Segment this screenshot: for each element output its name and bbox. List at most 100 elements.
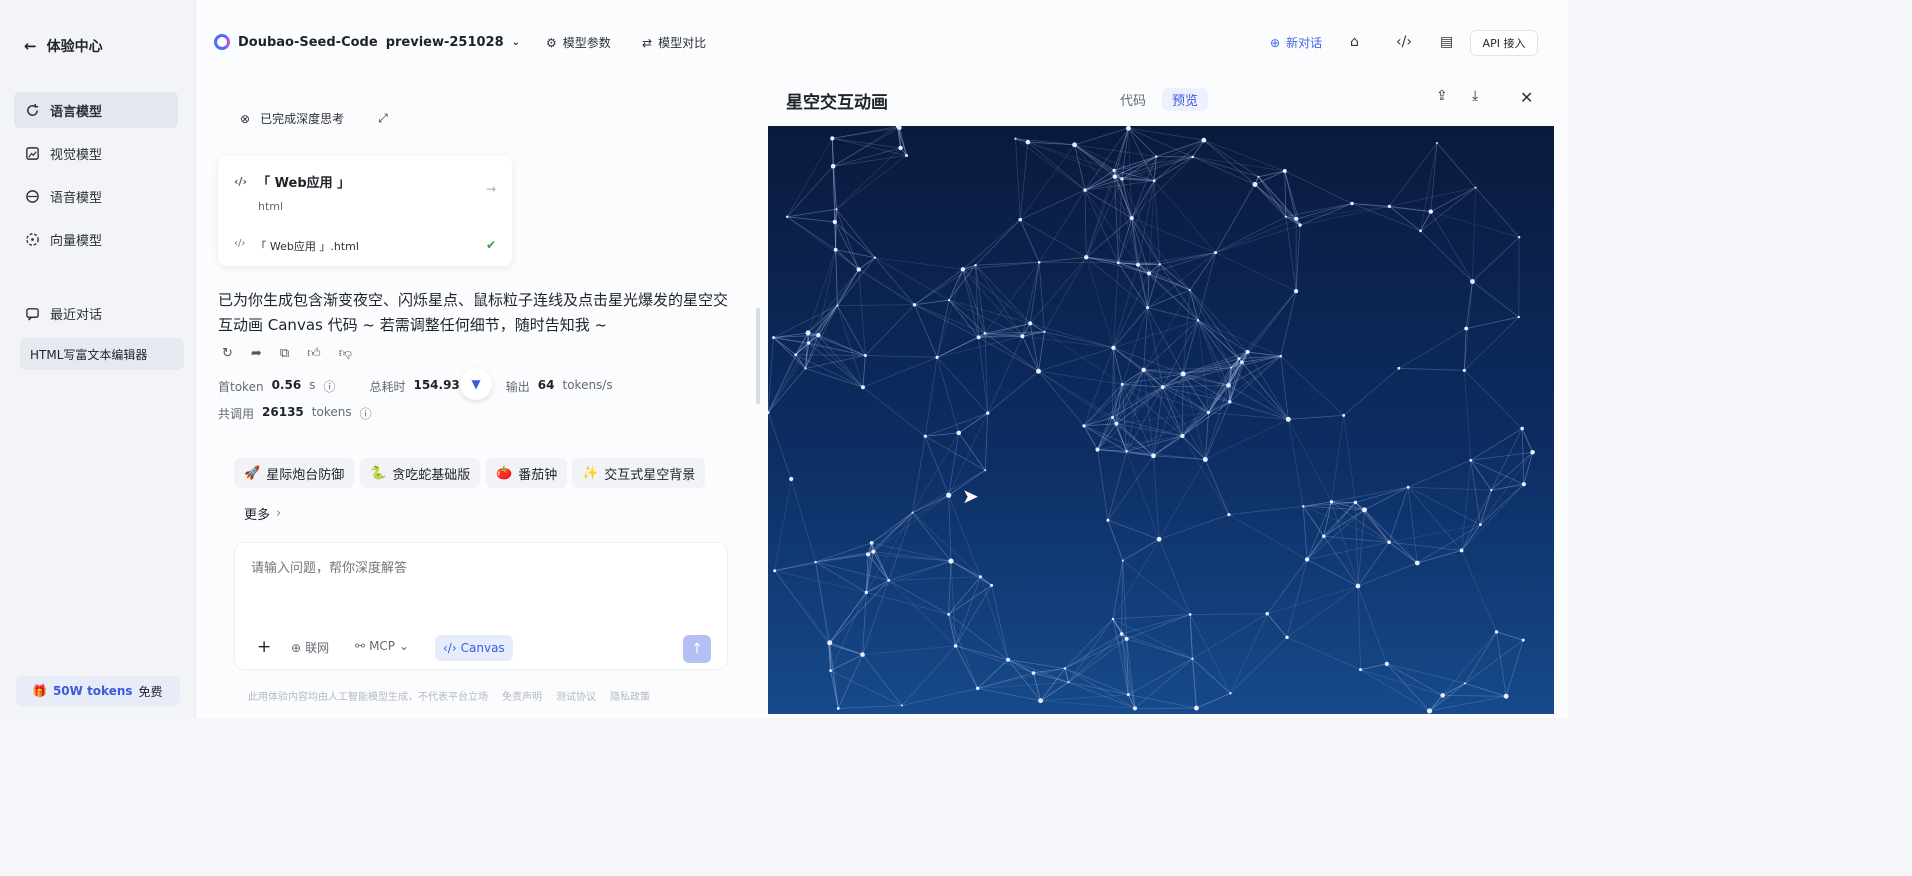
suggestion-chip[interactable]: 🐍 贪吃蛇基础版 — [360, 458, 481, 488]
vector-icon — [24, 231, 40, 247]
chat-input-box: + ⊕ 联网 ⚯ MCP ⌄ ‹/› Canvas ↑ — [234, 542, 728, 670]
promo-highlight: 50W tokens — [52, 684, 133, 698]
model-compare-button[interactable]: ⇄ 模型对比 — [642, 34, 706, 51]
info-icon: ⓘ — [359, 407, 372, 421]
mcp-toggle[interactable]: ⚯ MCP ⌄ — [355, 639, 409, 653]
disclaimer-text: 此用体验内容均由人工智能模型生成，不代表平台立场 — [248, 692, 488, 703]
model-name: Doubao-Seed-Code — [238, 34, 378, 50]
web-label: 联网 — [305, 641, 330, 655]
suggestion-chip[interactable]: ✨ 交互式星空背景 — [572, 458, 706, 488]
output-value: 64 — [537, 378, 555, 392]
recent-chat-item[interactable]: HTML写富文本编辑器 — [20, 338, 184, 370]
scroll-down-button[interactable]: ▼ — [460, 368, 492, 400]
first-token-unit: s — [309, 378, 316, 392]
expand-icon[interactable]: ⤢ — [378, 111, 388, 126]
mcp-label: MCP — [369, 639, 396, 653]
disclaimer-link[interactable]: 免责声明 — [502, 688, 542, 703]
terms-link[interactable]: 测试协议 — [556, 688, 596, 703]
web-app-card[interactable]: ‹/› 「 Web应用 」 html → ‹/› 「 Web应用 」.html … — [218, 156, 512, 266]
thumbs-down-icon[interactable]: 👎︎ — [339, 346, 352, 361]
total-time-label: 总耗时 — [369, 380, 406, 394]
preview-tabs: 代码 预览 — [1110, 88, 1209, 111]
output-label: 输出 — [505, 380, 530, 394]
total-value: 26135 — [262, 405, 304, 419]
share-icon[interactable]: ➦ — [251, 346, 262, 361]
chevron-down-icon: ⌄ — [511, 36, 521, 48]
constellation-graphic — [768, 126, 1535, 714]
download-icon[interactable]: ⤓ — [1472, 88, 1478, 104]
model-compare-label: 模型对比 — [658, 36, 707, 50]
first-token-value: 0.56 — [271, 378, 302, 392]
preview-panel: 星空交互动画 代码 预览 ⇪ ⤓ ✕ ➤ — [764, 88, 1568, 718]
rocket-icon: 🚀 — [244, 465, 261, 481]
new-chat-button[interactable]: ⊕ 新对话 — [1270, 34, 1322, 51]
canvas-label: Canvas — [460, 641, 505, 655]
sidebar-item-vision-model[interactable]: 视觉模型 — [14, 135, 178, 171]
model-selector[interactable]: Doubao-Seed-Code preview-251028 ⌄ — [214, 34, 520, 50]
chat-input[interactable] — [251, 561, 691, 576]
code-icon: ‹/› — [234, 238, 246, 249]
sidebar-item-voice-model[interactable]: 语音模型 — [14, 178, 178, 214]
stats-row-1: 首token 0.56 s ⓘ 总耗时 154.93 输出 64 tokens/… — [218, 378, 613, 395]
chevron-right-icon: › — [276, 505, 282, 521]
card-file-name: 「 Web应用 」.html — [255, 240, 359, 253]
sidebar-item-label: 语言模型 — [50, 104, 103, 120]
sidebar-item-label: 向量模型 — [50, 233, 103, 249]
card-subtitle: html — [258, 200, 284, 213]
sidebar: ← 体验中心 语言模型 视觉模型 语音模型 向量模型 最近对话 HTML写富文本… — [0, 0, 196, 718]
stats-row-2: 共调用 26135 tokens ⓘ — [218, 405, 372, 422]
privacy-link[interactable]: 隐私政策 — [610, 688, 650, 703]
chevron-down-icon: ▼ — [471, 377, 481, 391]
suggestion-chip[interactable]: 🚀 星际炮台防御 — [234, 458, 355, 488]
mouse-cursor-icon: ➤ — [962, 484, 979, 508]
new-chat-label: 新对话 — [1286, 36, 1323, 50]
tab-preview[interactable]: 预览 — [1162, 88, 1209, 111]
total-time-value: 154.93 — [413, 378, 460, 392]
starfield-canvas[interactable]: ➤ — [768, 126, 1554, 714]
sidebar-item-label: 语音模型 — [50, 190, 103, 206]
tab-code[interactable]: 代码 — [1110, 88, 1156, 111]
card-title-text: 「 Web应用 」 — [257, 176, 351, 191]
canvas-toggle[interactable]: ‹/› Canvas — [435, 635, 513, 661]
suggestion-chip[interactable]: 🍅 番茄钟 — [486, 458, 568, 488]
message-actions: ↻ ➦ ⧉ 👍︎ 👎︎ — [222, 346, 352, 361]
sparkle-icon: ✨ — [582, 465, 599, 481]
output-unit: tokens/s — [562, 378, 613, 392]
canvas-icon: ‹/› — [443, 641, 457, 655]
gift-box-icon[interactable]: ⌂ — [1350, 34, 1359, 50]
sidebar-item-label: 视觉模型 — [50, 147, 103, 163]
more-suggestions-button[interactable]: 更多 › — [234, 498, 291, 528]
model-params-button[interactable]: ⚙ 模型参数 — [546, 34, 611, 51]
top-bar: Doubao-Seed-Code preview-251028 ⌄ ⚙ 模型参数… — [196, 0, 1568, 88]
copy-icon[interactable]: ⧉ — [280, 346, 289, 361]
promo-banner[interactable]: 🎁 50W tokens 免费 — [16, 676, 180, 706]
assistant-answer: 已为你生成包含渐变夜空、闪烁星点、鼠标粒子连线及点击星光爆发的星空交互动画 Ca… — [218, 291, 729, 334]
compare-icon: ⇄ — [642, 35, 653, 50]
preview-title: 星空交互动画 — [786, 93, 888, 113]
regenerate-icon[interactable]: ↻ — [222, 346, 233, 361]
chat-scrollbar[interactable] — [756, 308, 760, 404]
add-icon[interactable]: + — [257, 637, 271, 657]
send-button[interactable]: ↑ — [683, 635, 711, 663]
total-unit: tokens — [311, 405, 352, 419]
document-icon[interactable]: ▤ — [1440, 34, 1453, 50]
arrow-right-icon: → — [485, 182, 496, 196]
deep-think-status[interactable]: ⊗ 已完成深度思考 ⤢ — [240, 110, 388, 127]
snake-icon: 🐍 — [370, 465, 387, 481]
sidebar-item-language-model[interactable]: 语言模型 — [14, 92, 178, 128]
more-label: 更多 — [244, 507, 271, 523]
refresh-icon — [24, 102, 40, 118]
disclaimer: 此用体验内容均由人工智能模型生成，不代表平台立场 免责声明 测试协议 隐私政策 — [248, 688, 650, 703]
back-button[interactable]: ← 体验中心 — [24, 36, 103, 56]
share-icon[interactable]: ⇪ — [1436, 88, 1448, 104]
web-search-toggle[interactable]: ⊕ 联网 — [291, 639, 329, 656]
thumbs-up-icon[interactable]: 👍︎ — [307, 346, 321, 361]
code-icon[interactable]: ‹/› — [1396, 34, 1412, 50]
close-icon[interactable]: ✕ — [1520, 88, 1533, 107]
think-label: 已完成深度思考 — [260, 112, 345, 126]
api-access-button[interactable]: API 接入 — [1470, 30, 1538, 56]
tomato-icon: 🍅 — [496, 465, 513, 481]
back-label: 体验中心 — [46, 39, 103, 55]
sidebar-item-vector-model[interactable]: 向量模型 — [14, 221, 178, 257]
gift-icon: 🎁 — [32, 684, 47, 698]
